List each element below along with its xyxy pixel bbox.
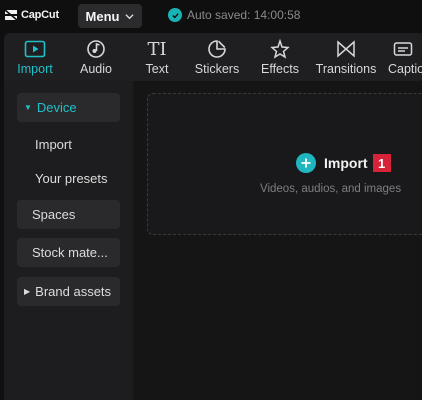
sidebar-item-your-presets[interactable]: Your presets <box>17 164 120 193</box>
sidebar-item-label: Your presets <box>35 171 108 186</box>
logo-text: CapCut <box>21 9 59 21</box>
sidebar-item-spaces[interactable]: Spaces <box>17 200 120 229</box>
import-hint: Videos, audios, and images <box>260 183 402 195</box>
import-icon <box>24 38 46 60</box>
caret-right-icon: ▶ <box>24 287 31 296</box>
sidebar-item-brand-assets[interactable]: ▶ Brand assets <box>17 277 120 306</box>
import-label: Import <box>324 155 368 171</box>
tab-text[interactable]: TI Text <box>142 33 172 81</box>
sidebar-item-import[interactable]: Import <box>17 130 120 159</box>
import-button[interactable]: Import 1 <box>296 153 391 173</box>
media-toolbar: Import Audio TI Text Stickers Effects Tr… <box>4 33 422 81</box>
sidebar-item-label: Spaces <box>32 207 76 222</box>
tab-audio[interactable]: Audio <box>76 33 116 81</box>
tab-stickers[interactable]: Stickers <box>192 33 242 81</box>
chevron-down-icon <box>125 13 135 19</box>
capcut-logo: CapCut <box>4 8 59 22</box>
transitions-icon <box>335 38 357 60</box>
title-bar: CapCut Menu Auto saved: 14:00:58 <box>0 0 422 33</box>
tab-label: Transitions <box>315 62 377 76</box>
caret-down-icon: ▼ <box>24 103 32 112</box>
sidebar-item-label: Device <box>36 100 77 115</box>
captions-icon <box>392 38 414 60</box>
tab-label: Import <box>17 62 53 76</box>
tab-transitions[interactable]: Transitions <box>314 33 378 81</box>
sidebar-item-label: Stock mate... <box>32 245 108 260</box>
tab-label: Stickers <box>194 62 240 76</box>
tab-import[interactable]: Import <box>12 33 58 81</box>
sidebar-item-device[interactable]: ▼ Device <box>17 93 120 122</box>
menu-label: Menu <box>85 8 120 24</box>
menu-button[interactable]: Menu <box>78 4 142 28</box>
tab-label: Effects <box>261 62 299 76</box>
check-icon <box>168 8 182 22</box>
tab-label: Captio <box>388 62 422 76</box>
tab-effects[interactable]: Effects <box>258 33 302 81</box>
sidebar-item-stock-material[interactable]: Stock mate... <box>17 238 120 267</box>
autosave-status: Auto saved: 14:00:58 <box>168 8 300 22</box>
audio-icon <box>85 38 107 60</box>
plus-icon <box>296 153 316 173</box>
effects-icon <box>269 38 291 60</box>
capcut-logo-icon <box>4 9 18 21</box>
stickers-icon <box>206 38 228 60</box>
autosave-text: Auto saved: 14:00:58 <box>187 8 301 22</box>
text-icon: TI <box>147 38 167 60</box>
tab-label: Text <box>145 62 169 76</box>
sidebar-item-label: Import <box>35 137 72 152</box>
tab-captions[interactable]: Captio <box>388 33 422 81</box>
sidebar-item-label: Brand assets <box>35 284 112 299</box>
step-badge: 1 <box>372 154 391 172</box>
tab-label: Audio <box>80 62 112 76</box>
